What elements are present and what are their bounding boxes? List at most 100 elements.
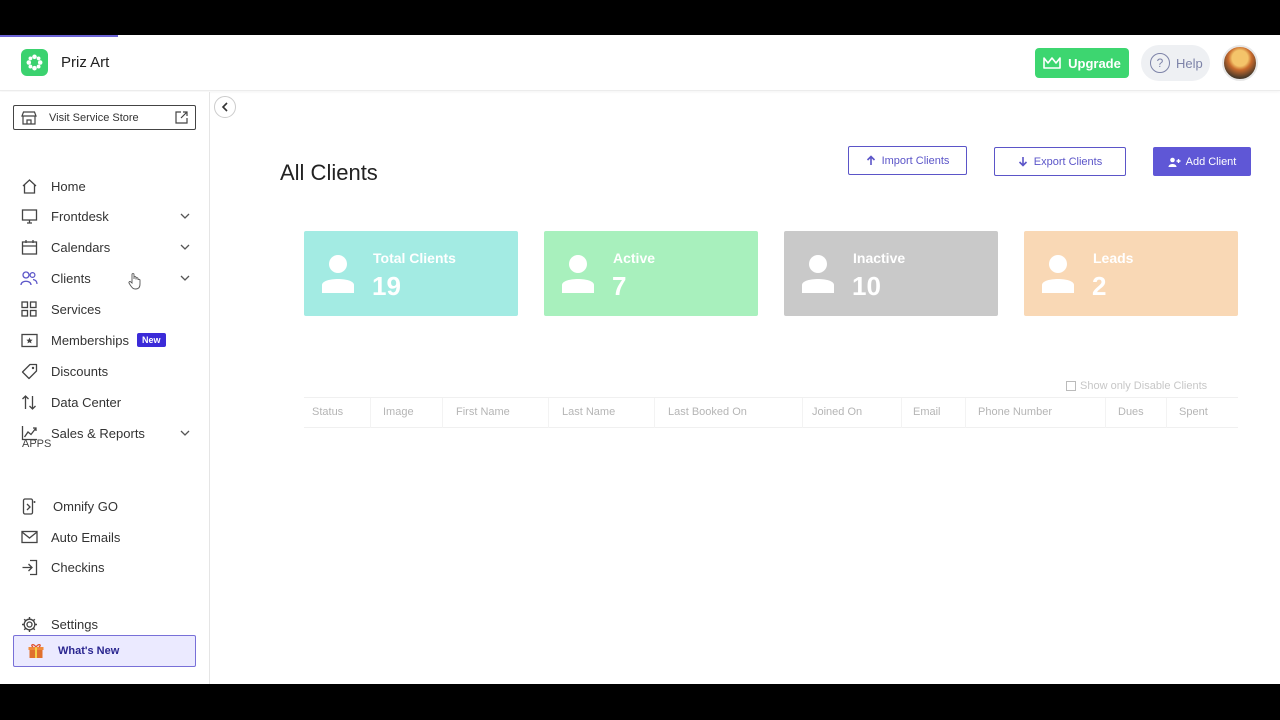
sidebar-item-label: Sales & Reports: [51, 425, 145, 441]
sidebar-item-home[interactable]: Home: [20, 174, 190, 198]
business-name: Priz Art: [61, 54, 110, 71]
sidebar-item-label: Omnify GO: [53, 498, 119, 514]
person-icon: [562, 255, 594, 293]
stat-label: Active: [613, 250, 656, 266]
store-icon: [21, 110, 37, 125]
sidebar-item-label: Data Center: [51, 394, 122, 410]
stat-value: 7: [612, 271, 627, 301]
person-icon: [802, 255, 834, 293]
person-icon: [1042, 255, 1074, 293]
gear-icon: [21, 616, 37, 632]
stat-label: Inactive: [853, 250, 906, 266]
sidebar-item-checkins[interactable]: Checkins: [20, 555, 190, 579]
sidebar-item-settings[interactable]: Settings: [20, 612, 190, 636]
column-header-first-name[interactable]: First Name: [456, 406, 510, 418]
add-client-button[interactable]: Add Client: [1153, 147, 1251, 176]
home-icon: [22, 178, 36, 194]
chevron-down-icon[interactable]: [180, 213, 190, 219]
grid-icon: [21, 301, 37, 317]
sidebar-item-omnify-go[interactable]: Omnify GO: [20, 494, 190, 518]
crown-icon: [1043, 57, 1061, 69]
sidebar-item-label: Discounts: [51, 363, 109, 379]
sidebar-item-memberships[interactable]: Memberships New: [20, 328, 190, 352]
column-header-status[interactable]: Status: [312, 406, 343, 418]
column-header-joined-on[interactable]: Joined On: [812, 406, 862, 418]
checkin-icon: [22, 559, 37, 575]
stat-card-leads[interactable]: Leads 2: [1024, 231, 1238, 316]
external-link-icon: [175, 111, 188, 124]
column-header-last-booked-on[interactable]: Last Booked On: [668, 406, 747, 418]
sidebar-item-label: Frontdesk: [51, 208, 109, 224]
help-label: Help: [1176, 55, 1203, 71]
collapse-sidebar-button[interactable]: [214, 96, 236, 118]
arrow-up-icon: [866, 155, 875, 165]
clients-table-header: Status Image First Name Last Name Last B…: [304, 397, 1238, 428]
monitor-icon: [21, 208, 37, 224]
column-header-email[interactable]: Email: [913, 406, 941, 418]
import-clients-button[interactable]: Import Clients: [848, 146, 967, 175]
stat-card-total-clients[interactable]: Total Clients 19: [304, 231, 518, 316]
sidebar: Visit Service Store Home Frontdesk Calen…: [0, 92, 210, 684]
question-icon: ?: [1150, 53, 1170, 73]
hand-cursor-icon: [128, 273, 141, 290]
chevron-down-icon[interactable]: [180, 244, 190, 250]
sidebar-item-auto-emails[interactable]: Auto Emails: [20, 525, 190, 549]
import-label: Import Clients: [881, 154, 950, 167]
stat-value: 10: [852, 271, 881, 301]
phone-icon: [22, 497, 36, 515]
whats-new-button[interactable]: What's New: [13, 635, 196, 667]
gift-icon: [28, 644, 44, 658]
visit-service-store-button[interactable]: Visit Service Store: [13, 105, 196, 130]
export-clients-button[interactable]: Export Clients: [994, 147, 1126, 176]
upgrade-button[interactable]: Upgrade: [1035, 48, 1129, 78]
stat-value: 2: [1092, 271, 1107, 301]
chevron-down-icon[interactable]: [180, 430, 190, 436]
user-avatar[interactable]: [1222, 45, 1258, 81]
topbar: Priz Art Upgrade ? Help: [0, 35, 1280, 91]
mail-icon: [20, 530, 38, 544]
stat-value: 19: [372, 271, 401, 301]
whats-new-label: What's New: [58, 645, 120, 657]
column-header-image[interactable]: Image: [383, 406, 414, 418]
stat-card-inactive[interactable]: Inactive 10: [784, 231, 998, 316]
sidebar-item-label: Auto Emails: [51, 529, 121, 545]
upgrade-label: Upgrade: [1068, 55, 1121, 71]
show-disabled-clients-filter[interactable]: Show only Disable Clients: [1066, 380, 1207, 392]
sort-arrows-icon: [22, 394, 36, 410]
column-header-last-name[interactable]: Last Name: [562, 406, 615, 418]
sidebar-item-label: Settings: [51, 616, 98, 632]
add-client-label: Add Client: [1185, 155, 1237, 168]
loading-progress-bar: [0, 35, 118, 37]
stat-label: Leads: [1093, 250, 1134, 266]
column-header-spent[interactable]: Spent: [1179, 406, 1208, 418]
membership-card-icon: [20, 333, 38, 347]
sidebar-item-label: Services: [51, 301, 101, 317]
app-window: Priz Art Upgrade ? Help Visit Service St…: [0, 35, 1280, 684]
sidebar-item-clients[interactable]: Clients: [20, 266, 190, 290]
export-label: Export Clients: [1033, 155, 1103, 168]
brand-logo[interactable]: [21, 49, 48, 76]
sidebar-item-services[interactable]: Services: [20, 297, 190, 321]
new-badge: New: [137, 333, 166, 347]
sidebar-item-label: Clients: [51, 270, 91, 286]
column-header-dues[interactable]: Dues: [1118, 406, 1144, 418]
sidebar-item-discounts[interactable]: Discounts: [20, 359, 190, 383]
chevron-left-icon: [221, 102, 228, 112]
column-header-phone-number[interactable]: Phone Number: [978, 406, 1052, 418]
sidebar-item-label: Checkins: [51, 559, 105, 575]
user-plus-icon: [1168, 157, 1181, 167]
sidebar-item-label: Memberships: [51, 332, 130, 348]
help-button[interactable]: ? Help: [1141, 45, 1210, 81]
calendar-icon: [21, 239, 37, 255]
flower-logo-icon: [26, 54, 43, 71]
filter-label: Show only Disable Clients: [1080, 380, 1208, 392]
chevron-down-icon[interactable]: [180, 275, 190, 281]
stat-card-active[interactable]: Active 7: [544, 231, 758, 316]
tag-icon: [21, 363, 37, 379]
stat-label: Total Clients: [373, 250, 456, 266]
users-icon: [20, 271, 38, 286]
sidebar-item-calendars[interactable]: Calendars: [20, 235, 190, 259]
checkbox[interactable]: [1066, 381, 1076, 391]
sidebar-item-frontdesk[interactable]: Frontdesk: [20, 204, 190, 228]
sidebar-item-data-center[interactable]: Data Center: [20, 390, 190, 414]
